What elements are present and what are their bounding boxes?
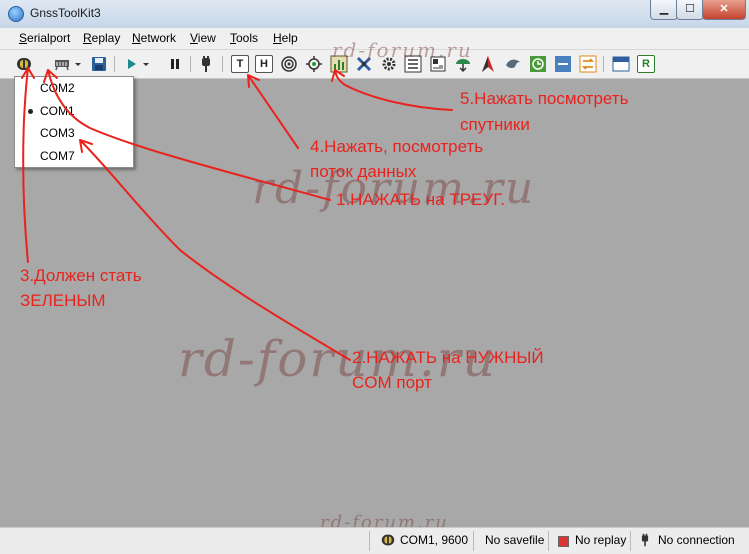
status-port: COM1, 9600 bbox=[400, 533, 469, 547]
status-savefile: No savefile bbox=[485, 533, 545, 547]
arrow-5 bbox=[331, 69, 453, 111]
annotation-step-1: 1.НАЖАТЬ на ТРЕУГ. bbox=[336, 190, 506, 209]
record-icon bbox=[558, 536, 569, 547]
annotation-step-2-line1: 2.НАЖАТЬ на НУЖНЫЙ bbox=[352, 348, 544, 367]
annotation-step-5-line1: 5.Нажать посмотреть bbox=[460, 89, 629, 108]
status-separator bbox=[369, 531, 370, 551]
arrow-4 bbox=[247, 74, 299, 149]
arrow-1 bbox=[43, 69, 331, 201]
status-bar: COM1, 9600 No savefile No replay No conn… bbox=[0, 527, 749, 554]
arrow-3 bbox=[21, 67, 35, 263]
annotation-step-5-line2: спутники bbox=[460, 115, 530, 134]
status-separator bbox=[548, 531, 549, 551]
serialport-icon bbox=[380, 532, 396, 551]
annotation-step-3-line1: 3.Должен стать bbox=[20, 266, 142, 285]
annotation-step-4-line2: поток данных bbox=[310, 162, 417, 181]
connect-plug-icon bbox=[638, 532, 652, 551]
annotation-step-3-line2: ЗЕЛЕНЫМ bbox=[20, 291, 106, 310]
status-replay: No replay bbox=[575, 533, 627, 547]
status-connection: No connection bbox=[658, 533, 735, 547]
status-separator bbox=[473, 531, 474, 551]
status-separator bbox=[630, 531, 631, 551]
annotation-step-4-line1: 4.Нажать, посмотреть bbox=[310, 137, 484, 156]
annotation-step-2-line2: COM порт bbox=[352, 373, 432, 392]
